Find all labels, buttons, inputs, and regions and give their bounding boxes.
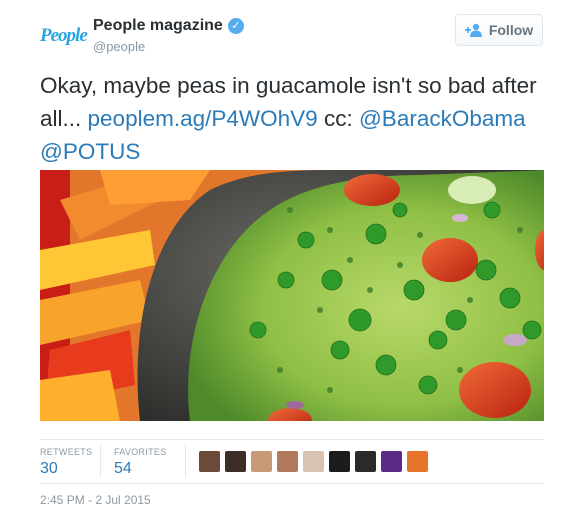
display-name[interactable]: People magazine ✓ xyxy=(93,17,244,35)
follow-button[interactable]: Follow xyxy=(455,14,543,46)
favoriter-avatar[interactable] xyxy=(277,451,298,472)
people-logo-avatar[interactable]: People xyxy=(40,23,88,49)
tweet-text: Okay, maybe peas in guacamole isn't so b… xyxy=(40,69,550,168)
display-name-text: People magazine xyxy=(93,17,223,34)
favorites-count[interactable]: 54 xyxy=(114,460,132,478)
stats-separator-2 xyxy=(185,444,186,478)
favoriter-avatar[interactable] xyxy=(303,451,324,472)
favoriter-avatar[interactable] xyxy=(199,451,220,472)
tweet-timestamp[interactable]: 2:45 PM - 2 Jul 2015 xyxy=(40,493,151,507)
favorites-label: FAVORITES xyxy=(114,447,167,457)
mention-barackobama[interactable]: @BarackObama xyxy=(359,106,526,131)
retweets-count[interactable]: 30 xyxy=(40,460,58,478)
stats-separator-1 xyxy=(100,444,101,478)
follow-label: Follow xyxy=(488,22,534,38)
user-handle[interactable]: @people xyxy=(93,39,145,54)
retweets-label: RETWEETS xyxy=(40,447,93,457)
stats-top-divider xyxy=(40,439,544,440)
tweet-link[interactable]: peoplem.ag/P4WOhV9 xyxy=(88,106,318,131)
add-user-icon xyxy=(464,23,483,37)
favoriter-avatars xyxy=(199,451,428,472)
favoriter-avatar[interactable] xyxy=(251,451,272,472)
tweet-photo-guacamole[interactable] xyxy=(40,170,544,421)
favoriter-avatar[interactable] xyxy=(329,451,350,472)
favoriter-avatar[interactable] xyxy=(225,451,246,472)
tweet-card: People People magazine ✓ @people Follow … xyxy=(0,0,588,514)
mention-potus[interactable]: @POTUS xyxy=(40,139,140,164)
favoriter-avatar[interactable] xyxy=(381,451,402,472)
verified-badge-icon: ✓ xyxy=(227,18,244,34)
stats-bottom-divider xyxy=(40,483,544,484)
cc-text: cc: xyxy=(323,106,353,131)
favoriter-avatar[interactable] xyxy=(355,451,376,472)
favoriter-avatar[interactable] xyxy=(407,451,428,472)
